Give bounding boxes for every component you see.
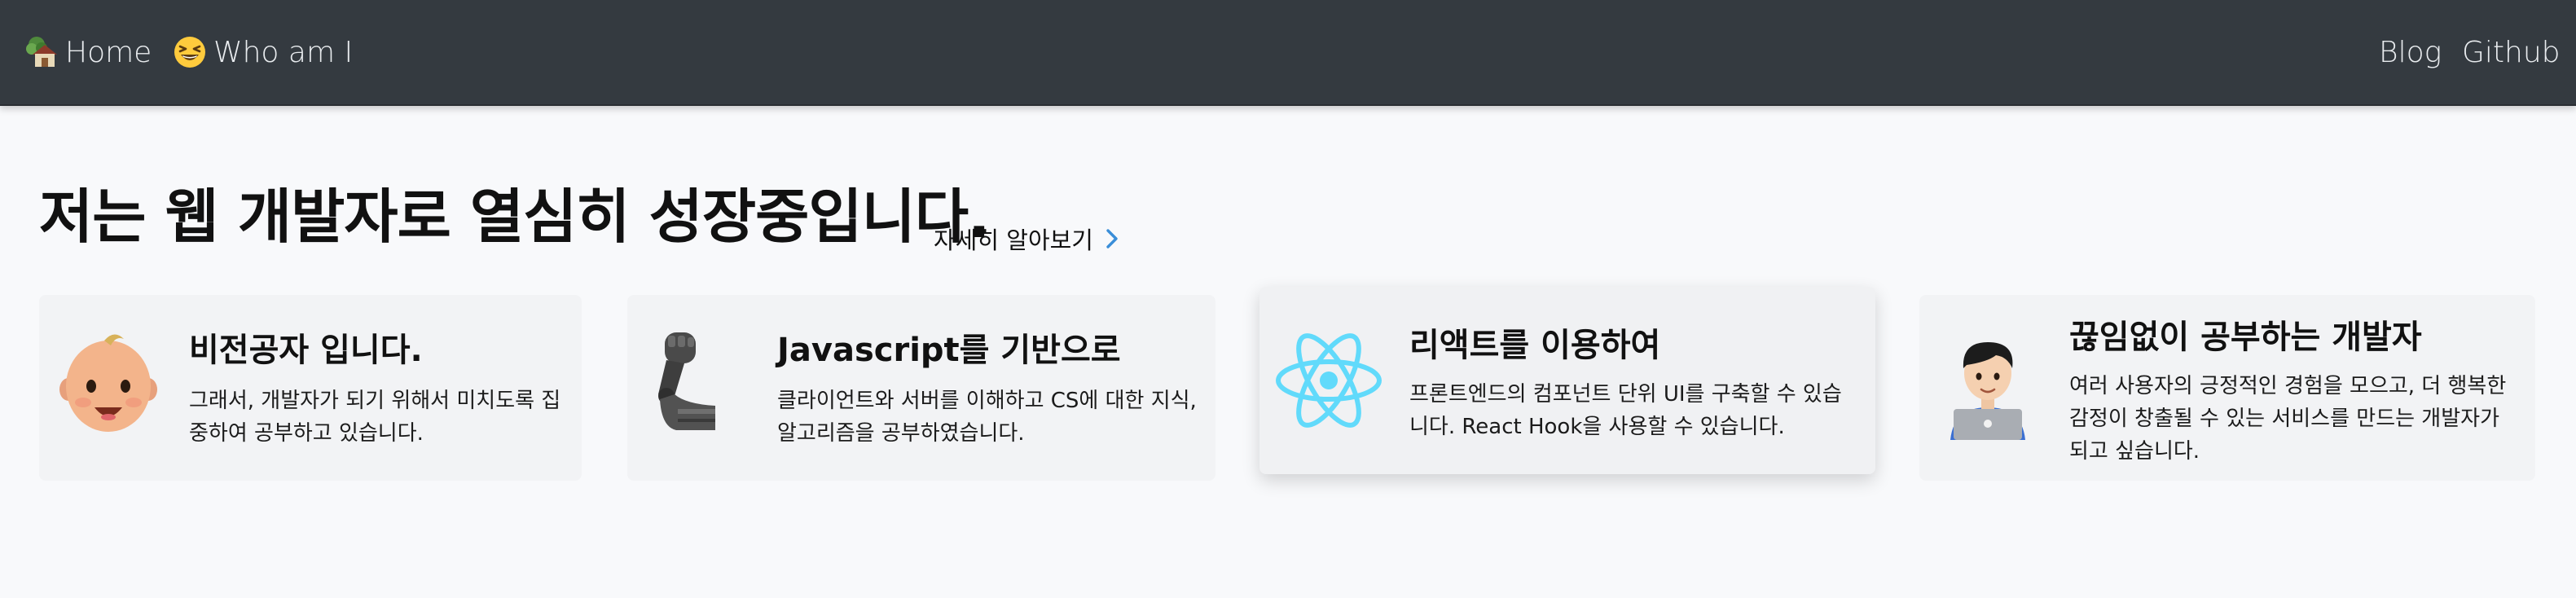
intro-card-react: 리액트를 이용하여 프론트엔드의 컴포넌트 단위 UI를 구축할 수 있습니다.… [1259, 287, 1875, 474]
baby-icon [57, 328, 160, 438]
react-logo-icon [1273, 329, 1385, 435]
nav-home-link[interactable]: Home [24, 0, 152, 104]
page-headline: 저는 웹 개발자로 열심히 성장중입니다. [39, 182, 990, 251]
house-with-garden-icon [24, 35, 59, 69]
card-description: 그래서, 개발자가 되기 위해서 미치도록 집중하여 공부하고 있습니다. [189, 389, 561, 446]
card-description: 여러 사용자의 긍정적인 경험을 모으고, 더 행복한 감정이 창출될 수 있는… [2069, 374, 2507, 464]
card-title: 끊임없이 공부하는 개발자 [2069, 319, 2422, 356]
card-title: 리액트를 이용하여 [1409, 327, 1661, 364]
intro-card-javascript: Javascript를 기반으로 클라이언트와 서버를 이해하고 CS에 대한 … [627, 295, 1215, 481]
chevron-right-icon [1105, 227, 1119, 250]
nav-home-label: Home [65, 35, 152, 69]
technologist-icon [1942, 332, 2033, 443]
intro-card-non-major: 비전공자 입니다. 그래서, 개발자가 되기 위해서 미치도록 집중하여 공부하… [39, 295, 582, 481]
intro-card-learner: 끊임없이 공부하는 개발자 여러 사용자의 긍정적인 경험을 모으고, 더 행복… [1919, 295, 2535, 481]
grinning-squinting-face-icon [173, 35, 207, 69]
card-title: 비전공자 입니다. [189, 332, 423, 369]
card-title: Javascript를 기반으로 [777, 332, 1121, 369]
card-description: 프론트엔드의 컴포넌트 단위 UI를 구축할 수 있습니다. React Hoo… [1409, 382, 1842, 439]
learn-more-link[interactable]: 자세히 알아보기 [934, 220, 1119, 257]
card-description: 클라이언트와 서버를 이해하고 CS에 대한 지식, 알고리즘을 공부하였습니다… [777, 389, 1197, 446]
top-navbar: Home Who am I Blog Github [0, 0, 2576, 106]
nav-blog-link[interactable]: Blog [2379, 0, 2442, 104]
learn-more-label: 자세히 알아보기 [934, 226, 1093, 254]
nav-whoami-link[interactable]: Who am I [173, 0, 353, 104]
nav-whoami-label: Who am I [213, 35, 354, 69]
mechanical-arm-icon [645, 329, 719, 440]
nav-github-link[interactable]: Github [2462, 0, 2561, 104]
